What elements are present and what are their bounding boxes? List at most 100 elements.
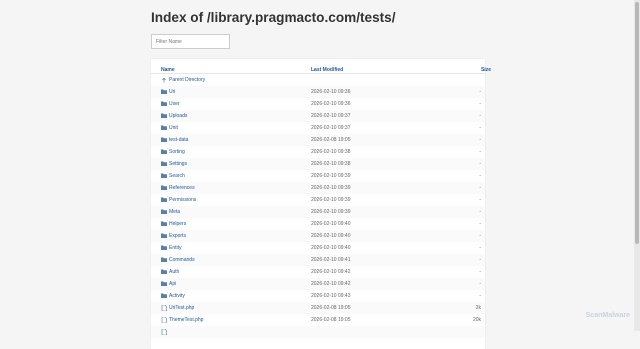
- table-row[interactable]: [151, 326, 485, 338]
- table-row[interactable]: Activity 2026-02-10 09:43 -: [151, 290, 485, 302]
- folder-icon: [161, 101, 167, 106]
- table-row[interactable]: Commands 2026-02-10 09:41 -: [151, 254, 485, 266]
- entry-size: -: [479, 209, 481, 215]
- entry-modified: 2026-02-10 09:40: [311, 221, 351, 227]
- entry-modified: 2026-02-10 09:39: [311, 173, 351, 179]
- entry-name-link[interactable]: Settings: [169, 161, 187, 167]
- entry-size: -: [479, 233, 481, 239]
- table-row[interactable]: Auth 2026-02-10 09:42 -: [151, 266, 485, 278]
- table-row[interactable]: Unit 2026-02-10 09:37 -: [151, 122, 485, 134]
- entry-name-link[interactable]: ThemeTest.php: [169, 317, 203, 323]
- folder-icon: [161, 113, 167, 118]
- folder-icon: [161, 209, 167, 214]
- entry-modified: 2026-02-10 09:38: [311, 161, 351, 167]
- entry-modified: 2026-02-10 09:36: [311, 101, 351, 107]
- entry-name-link[interactable]: User: [169, 101, 180, 107]
- table-row[interactable]: Search 2026-02-10 09:39 -: [151, 170, 485, 182]
- folder-icon: [161, 89, 167, 94]
- entry-name-link[interactable]: Sorting: [169, 149, 185, 155]
- folder-icon: [161, 257, 167, 262]
- table-row[interactable]: User 2026-02-10 09:36 -: [151, 98, 485, 110]
- entry-size: -: [479, 101, 481, 107]
- entry-modified: 2026-02-10 09:42: [311, 281, 351, 287]
- entry-name-link[interactable]: Unit: [169, 125, 178, 131]
- table-row[interactable]: Helpers 2026-02-10 09:40 -: [151, 218, 485, 230]
- entry-name-link[interactable]: Activity: [169, 293, 185, 299]
- folder-icon: [161, 197, 167, 202]
- entry-size: -: [479, 161, 481, 167]
- file-icon: [161, 305, 167, 311]
- entry-modified: 2026-02-10 09:42: [311, 269, 351, 275]
- table-row[interactable]: test-data 2026-02-08 19:05 -: [151, 134, 485, 146]
- scanmalware-watermark: ScanMalware: [585, 312, 630, 319]
- table-row[interactable]: UriTest.php 2026-02-08 19:05 2k: [151, 302, 485, 314]
- table-row[interactable]: Permissions 2026-02-10 09:39 -: [151, 194, 485, 206]
- entry-name-link[interactable]: Permissions: [169, 197, 196, 203]
- entry-name-link[interactable]: Auth: [169, 269, 179, 275]
- table-row[interactable]: Api 2026-02-10 09:42 -: [151, 278, 485, 290]
- entry-size: -: [479, 293, 481, 299]
- entry-name-link[interactable]: Api: [169, 281, 176, 287]
- folder-icon: [161, 185, 167, 190]
- entry-name-link[interactable]: References: [169, 185, 195, 191]
- directory-listing-table: Name ↓ Last Modified ↕ Size ↕ Parent Direct…: [151, 59, 491, 349]
- folder-icon: [161, 125, 167, 130]
- parent-arrow-icon: [161, 77, 167, 83]
- entry-size: -: [479, 257, 481, 263]
- entry-name-link[interactable]: Entity: [169, 245, 182, 251]
- entry-size: -: [479, 113, 481, 119]
- folder-icon: [161, 221, 167, 226]
- table-body: Parent Directory Uri 2026-02-10 09:36- User…: [151, 74, 485, 338]
- table-row[interactable]: Meta 2026-02-10 09:39 -: [151, 206, 485, 218]
- vertical-scrollbar[interactable]: [634, 0, 640, 331]
- table-row[interactable]: Uri 2026-02-10 09:36 -: [151, 86, 485, 98]
- folder-icon: [161, 161, 167, 166]
- folder-icon: [161, 233, 167, 238]
- entry-size: -: [479, 245, 481, 251]
- entry-size: -: [479, 269, 481, 275]
- sort-both-icon: ↕: [483, 67, 485, 72]
- folder-icon: [161, 245, 167, 250]
- entry-modified: 2026-02-10 09:43: [311, 293, 351, 299]
- entry-modified: 2026-02-08 19:05: [311, 137, 351, 143]
- entry-size: -: [479, 137, 481, 143]
- entry-name-link[interactable]: Parent Directory: [169, 77, 205, 83]
- entry-size: -: [479, 149, 481, 155]
- page-title: Index of /library.pragmacto.com/tests/: [151, 10, 396, 25]
- folder-icon: [161, 281, 167, 286]
- entry-modified: 2026-02-10 09:40: [311, 245, 351, 251]
- folder-icon: [161, 149, 167, 154]
- parent-directory-row[interactable]: Parent Directory: [151, 74, 485, 86]
- entry-modified: 2026-02-10 09:39: [311, 209, 351, 215]
- table-row[interactable]: Entity 2026-02-10 09:40 -: [151, 242, 485, 254]
- sort-down-icon: ↓: [163, 67, 165, 72]
- table-row[interactable]: Exports 2026-02-10 09:40 -: [151, 230, 485, 242]
- entry-modified: 2026-02-10 09:37: [311, 125, 351, 131]
- entry-size: -: [479, 89, 481, 95]
- entry-name-link[interactable]: test-data: [169, 137, 188, 143]
- entry-modified: 2026-02-10 09:37: [311, 113, 351, 119]
- entry-modified: 2026-02-10 09:36: [311, 89, 351, 95]
- entry-name-link[interactable]: Exports: [169, 233, 186, 239]
- filter-input[interactable]: [151, 34, 230, 49]
- table-row[interactable]: References 2026-02-10 09:39 -: [151, 182, 485, 194]
- entry-modified: 2026-02-10 09:40: [311, 233, 351, 239]
- entry-name-link[interactable]: Uploads: [169, 113, 187, 119]
- entry-name-link[interactable]: Search: [169, 173, 185, 179]
- entry-name-link[interactable]: Uri: [169, 89, 175, 95]
- entry-name-link[interactable]: Helpers: [169, 221, 186, 227]
- entry-size: -: [479, 281, 481, 287]
- column-modified-label: Last Modified: [311, 67, 344, 73]
- entry-size: -: [479, 185, 481, 191]
- table-row[interactable]: Settings 2026-02-10 09:38 -: [151, 158, 485, 170]
- table-row[interactable]: Sorting 2026-02-10 09:38 -: [151, 146, 485, 158]
- entry-name-link[interactable]: UriTest.php: [169, 305, 194, 311]
- scrollbar-thumb[interactable]: [635, 2, 639, 244]
- folder-icon: [161, 293, 167, 298]
- folder-icon: [161, 137, 167, 142]
- entry-name-link[interactable]: Commands: [169, 257, 195, 263]
- entry-name-link[interactable]: Meta: [169, 209, 180, 215]
- table-row[interactable]: ThemeTest.php 2026-02-08 19:05 20k: [151, 314, 485, 326]
- table-row[interactable]: Uploads 2026-02-10 09:37 -: [151, 110, 485, 122]
- table-header: Name ↓ Last Modified ↕ Size ↕: [151, 59, 491, 74]
